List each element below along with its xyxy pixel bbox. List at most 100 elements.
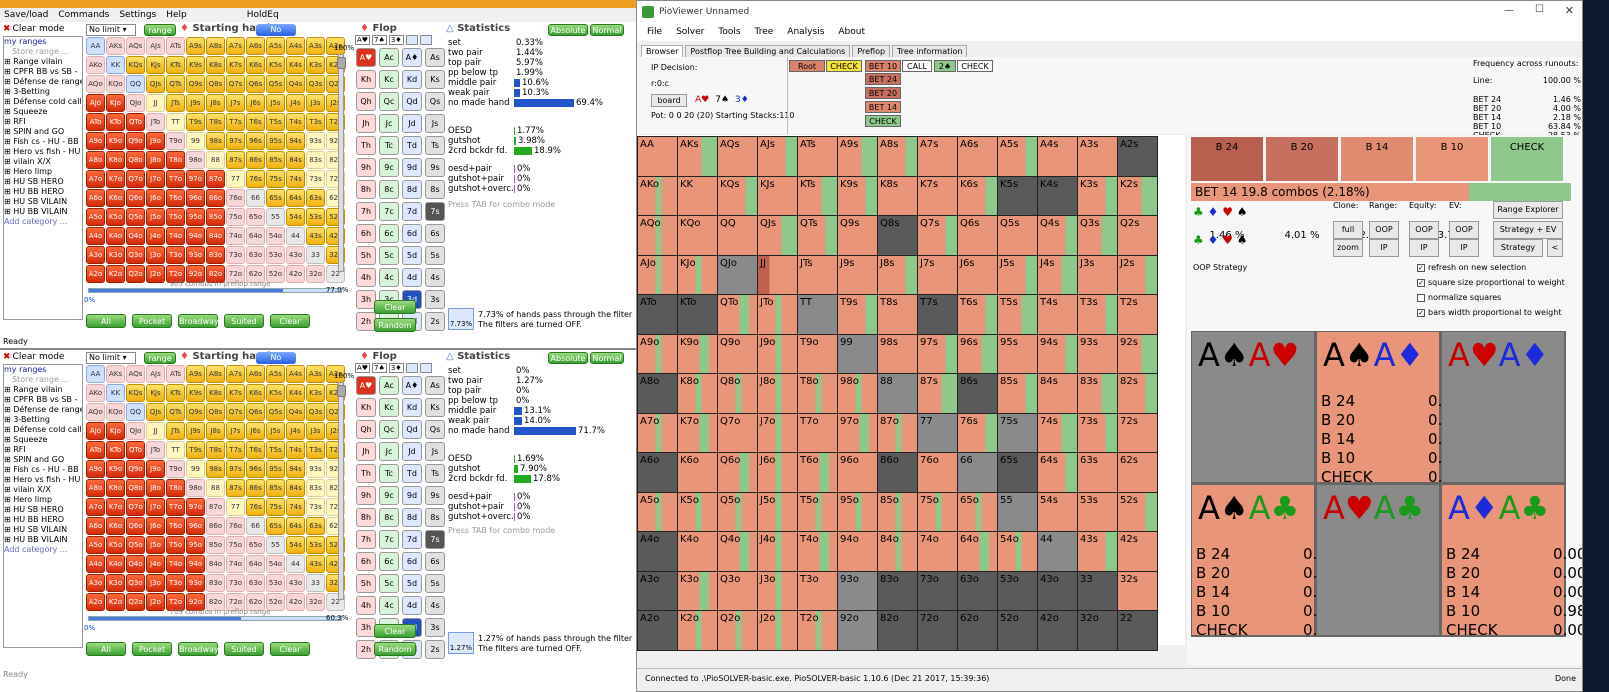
hand-cell[interactable]: A4o	[86, 227, 105, 245]
strategy-cell[interactable]: 74s	[1038, 413, 1077, 452]
hand-cell[interactable]: 86s	[246, 151, 265, 169]
flop-card[interactable]: 7d	[402, 530, 422, 549]
hand-cell[interactable]: 94o	[186, 227, 205, 245]
strategy-cell[interactable]: Q6s	[958, 216, 997, 255]
hand-cell[interactable]: J5o	[146, 208, 165, 226]
strategy-cell[interactable]: A5o	[638, 492, 677, 531]
hand-cell[interactable]: 64s	[286, 517, 305, 535]
sidebar-item[interactable]: ⊞ CPFR BB vs SB -	[4, 67, 82, 77]
hand-cell[interactable]: K7o	[106, 170, 125, 188]
hand-cell[interactable]: A9o	[86, 132, 105, 150]
strategy-cell[interactable]: T9s	[838, 295, 877, 334]
hand-cell[interactable]: QQ	[126, 75, 145, 93]
equity-oop-button[interactable]: OOP	[1409, 221, 1439, 239]
hand-cell[interactable]: 64o	[246, 227, 265, 245]
hand-cell[interactable]: 53o	[266, 574, 285, 592]
hand-cell[interactable]: J9s	[186, 94, 205, 112]
flop-card[interactable]: Td	[402, 464, 422, 483]
strategy-cell[interactable]: 53o	[998, 571, 1037, 610]
strategy-cell[interactable]: J4o	[758, 532, 797, 571]
hand-cell[interactable]: 87s	[226, 151, 245, 169]
hand-cell[interactable]: 97s	[226, 460, 245, 478]
sidebar-item[interactable]: ⊞ HU SB HERO	[4, 177, 82, 187]
flop-card[interactable]: 3h	[356, 618, 376, 637]
hand-cell[interactable]: 74s	[286, 498, 305, 516]
tree-node[interactable]: CHECK	[826, 60, 862, 72]
hand-cell[interactable]: AKs	[106, 37, 125, 55]
hand-cell[interactable]: AJo	[86, 94, 105, 112]
flop-card[interactable]: Ts	[425, 464, 445, 483]
hand-cell[interactable]: Q5s	[266, 403, 285, 421]
sidebar-item[interactable]: Store range ...	[4, 375, 82, 385]
strategy-cell[interactable]: 86o	[878, 453, 917, 492]
hand-cell[interactable]: KTo	[106, 441, 125, 459]
hand-cell[interactable]: 84s	[286, 151, 305, 169]
strategy-cell[interactable]: 94s	[1038, 334, 1077, 373]
strategy-cell[interactable]: 82s	[1118, 374, 1157, 413]
hand-cell[interactable]: J7o	[146, 498, 165, 516]
hand-cell[interactable]: 73o	[226, 574, 245, 592]
hand-cell[interactable]: KQo	[106, 75, 125, 93]
strategy-cell[interactable]: 63s	[1078, 453, 1117, 492]
sidebar-item[interactable]: ⊞ Hero limp	[4, 495, 82, 505]
hand-cell[interactable]: A9o	[86, 460, 105, 478]
hand-cell[interactable]: J9s	[186, 422, 205, 440]
hand-cell[interactable]: T8o	[166, 479, 185, 497]
flop-card[interactable]: Js	[425, 114, 445, 133]
preset-button[interactable]: Pocket	[132, 642, 172, 656]
hand-cell[interactable]: KK	[106, 384, 125, 402]
strategy-cell[interactable]: T2o	[798, 611, 837, 650]
hand-cell[interactable]: 86o	[206, 189, 225, 207]
filter-icon[interactable]: 7.73%	[448, 308, 474, 330]
hand-cell[interactable]: 85s	[266, 479, 285, 497]
strategy-cell[interactable]: 95o	[838, 492, 877, 531]
strategy-cell[interactable]: 42o	[1038, 611, 1077, 650]
stat-row[interactable]: weak pair 14.0%	[448, 416, 618, 426]
hand-cell[interactable]: 44	[286, 227, 305, 245]
hand-cell[interactable]: 97o	[186, 498, 205, 516]
strategy-cell[interactable]: J6o	[758, 453, 797, 492]
strategy-cell[interactable]: J3o	[758, 571, 797, 610]
strategy-cell[interactable]: AKo	[638, 176, 677, 215]
hand-cell[interactable]: A4o	[86, 555, 105, 573]
hand-cell[interactable]: J6s	[246, 94, 265, 112]
sidebar-item[interactable]: ⊞ HU BB HERO	[4, 515, 82, 525]
hand-cell[interactable]: J4s	[286, 94, 305, 112]
preset-button[interactable]: All	[86, 642, 126, 656]
hand-cell[interactable]: JTs	[166, 94, 185, 112]
strategy-cell[interactable]: 44	[1038, 532, 1077, 571]
strategy-cell[interactable]: Q3s	[1078, 216, 1117, 255]
hand-cell[interactable]: K7s	[226, 384, 245, 402]
flop-card[interactable]: 4s	[425, 268, 445, 287]
hand-cell[interactable]: J8s	[206, 422, 225, 440]
strategy-cell[interactable]: Q2o	[718, 611, 757, 650]
normal-button[interactable]: Normal	[590, 24, 624, 36]
hand-cell[interactable]: 84s	[286, 479, 305, 497]
strategy-cell[interactable]: Q8o	[718, 374, 757, 413]
summary-cell[interactable]: B 1419.8 c2.18 %	[1341, 137, 1413, 241]
preset-button[interactable]: Suited	[224, 314, 264, 328]
flop-card[interactable]: 4d	[402, 268, 422, 287]
flop-card[interactable]: Jc	[379, 442, 399, 461]
flop-card[interactable]: Qs	[425, 92, 445, 111]
flop-card[interactable]: 6h	[356, 224, 376, 243]
range-button[interactable]: range	[144, 24, 176, 36]
strategy-cell[interactable]: J7o	[758, 413, 797, 452]
flop-card[interactable]: Ac	[379, 48, 399, 67]
strategy-cell[interactable]: 43s	[1078, 532, 1117, 571]
strategy-cell[interactable]: A4s	[1038, 137, 1077, 176]
flop-clear-button[interactable]: Clear	[374, 624, 416, 638]
hand-cell[interactable]: 84o	[206, 227, 225, 245]
hand-cell[interactable]: T7s	[226, 441, 245, 459]
strategy-cell[interactable]: K7o	[678, 413, 717, 452]
hand-cell[interactable]: 83o	[206, 246, 225, 264]
hand-cell[interactable]: Q5s	[266, 75, 285, 93]
hand-cell[interactable]: ATs	[166, 365, 185, 383]
hand-cell[interactable]: 63o	[246, 246, 265, 264]
hand-cell[interactable]: K7s	[226, 56, 245, 74]
preflop-slider[interactable]	[88, 616, 342, 621]
strategy-cell[interactable]: K5o	[678, 492, 717, 531]
strategy-cell[interactable]: 65s	[998, 453, 1037, 492]
flop-card[interactable]: 5d	[402, 574, 422, 593]
strategy-cell[interactable]: 92o	[838, 611, 877, 650]
